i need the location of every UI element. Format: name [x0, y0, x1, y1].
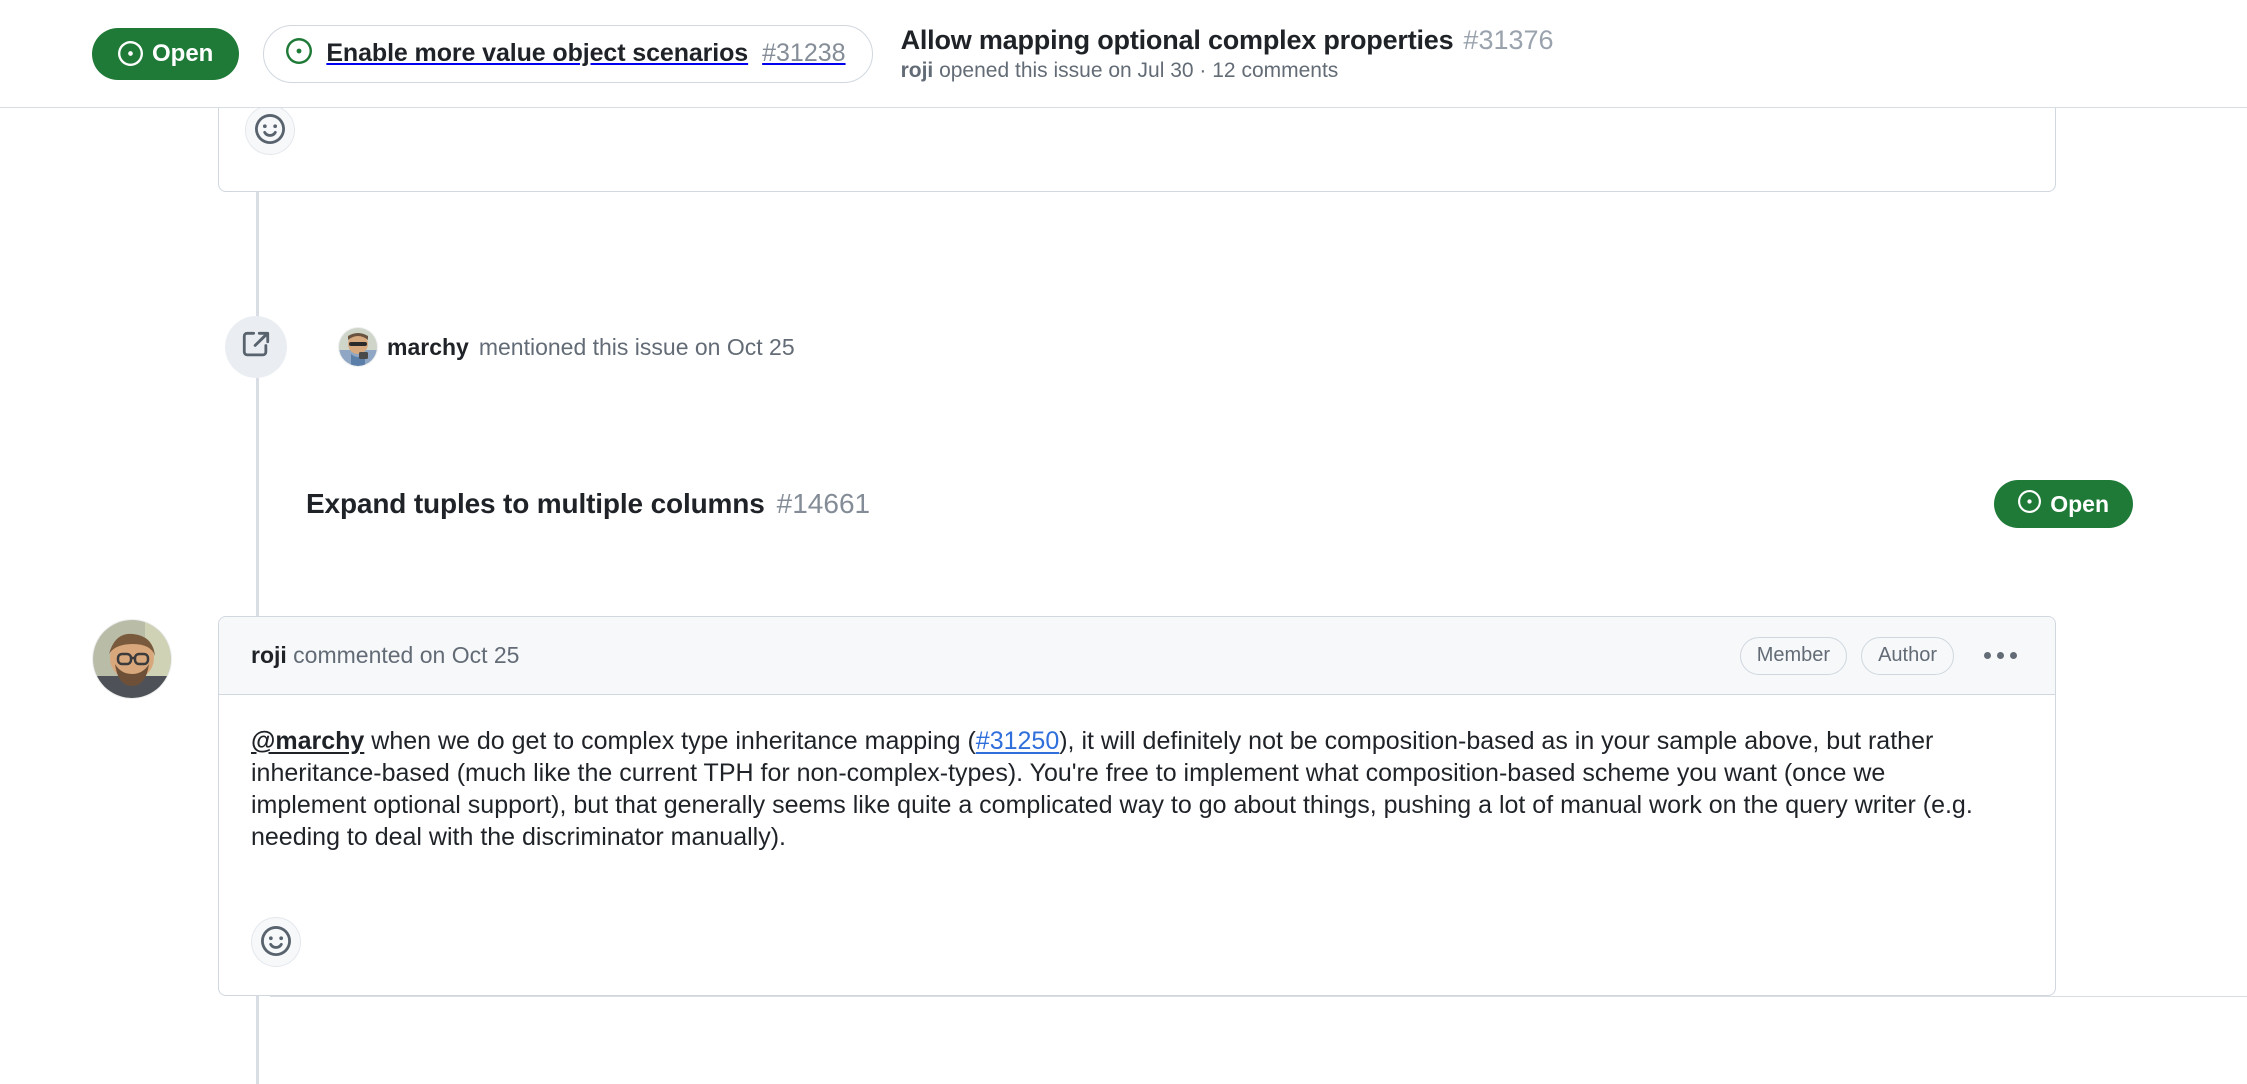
smiley-icon	[255, 113, 285, 147]
referenced-issue-title[interactable]: Expand tuples to multiple columns	[306, 488, 765, 520]
issue-subtitle: roji opened this issue on Jul 30 · 12 co…	[901, 59, 1554, 83]
comment-card: roji commented on Oct 25 Member Author @…	[218, 616, 2056, 996]
referenced-issue-state-badge: Open	[1994, 480, 2133, 528]
mention-event-text: marchy mentioned this issue on Oct 25	[339, 328, 795, 366]
parent-issue-chip[interactable]: Enable more value object scenarios #3123…	[263, 24, 873, 83]
status-badge-member: Member	[1739, 636, 1848, 675]
add-reaction-button[interactable]	[245, 105, 295, 155]
kebab-dot	[1997, 652, 2004, 659]
parent-issue-title: Enable more value object scenarios	[326, 39, 749, 67]
issue-opened-icon	[2018, 489, 2042, 519]
timeline-divider	[270, 996, 2247, 997]
comment-timestamp: commented on Oct 25	[293, 642, 520, 668]
comment-byline: roji commented on Oct 25	[251, 642, 519, 669]
issue-header-meta: Allow mapping optional complex propertie…	[901, 25, 1554, 83]
avatar[interactable]	[339, 328, 377, 366]
referenced-issue-number: #14661	[776, 488, 871, 519]
issue-opened-icon	[286, 38, 313, 69]
status-badge-author: Author	[1861, 636, 1954, 675]
referenced-issue-state-label: Open	[2050, 490, 2109, 517]
issue-state-badge: Open	[92, 27, 240, 80]
parent-issue-number: #31238	[762, 39, 846, 67]
kebab-dot	[2010, 652, 2017, 659]
issue-timeline: marchy mentioned this issue on Oct 25 Ex…	[0, 76, 2247, 1084]
referenced-issue-row: Expand tuples to multiple columns #14661…	[306, 480, 2133, 528]
cross-reference-icon	[241, 330, 271, 365]
kebab-horizontal-icon[interactable]	[1974, 644, 2027, 667]
comment-header: roji commented on Oct 25 Member Author	[219, 617, 2055, 695]
kebab-dot	[1984, 652, 1991, 659]
timeline-rail-lower	[256, 996, 259, 1084]
user-mention-link[interactable]: @marchy	[251, 727, 364, 755]
avatar[interactable]	[93, 620, 171, 698]
comment-text-part-1: when we do get to complex type inheritan…	[364, 727, 976, 755]
timeline-rail-upper	[256, 192, 259, 322]
issue-reference-link[interactable]: #31250	[976, 727, 1059, 755]
issue-state-label: Open	[152, 39, 214, 67]
comment-body: @marchy when we do get to complex type i…	[219, 695, 2055, 853]
referenced-issue-title-wrap: Expand tuples to multiple columns #14661	[306, 488, 870, 520]
issue-number: #31376	[1463, 24, 1554, 55]
smiley-icon	[261, 925, 291, 959]
page-title: Allow mapping optional complex propertie…	[900, 24, 1454, 55]
add-reaction-button[interactable]	[251, 917, 301, 967]
comment-paragraph: @marchy when we do get to complex type i…	[251, 725, 1981, 853]
mention-event-description: mentioned this issue on Oct 25	[478, 333, 795, 360]
issue-sticky-header: Open Enable more value object scenarios …	[0, 0, 2247, 108]
issue-subtitle-text: opened this issue on Jul 30 · 12 comment…	[939, 58, 1339, 82]
comment-author[interactable]: roji	[251, 642, 287, 668]
cross-reference-badge	[225, 316, 287, 378]
mention-username[interactable]: marchy	[387, 334, 469, 361]
issue-author-link[interactable]: roji	[901, 59, 934, 82]
issue-opened-icon	[118, 41, 143, 66]
comment-header-actions: Member Author	[1739, 636, 2027, 675]
timeline-rail-mid	[256, 378, 259, 616]
issue-title-row: Allow mapping optional complex propertie…	[901, 25, 1554, 56]
timeline-event-mentioned: marchy mentioned this issue on Oct 25	[225, 316, 795, 378]
